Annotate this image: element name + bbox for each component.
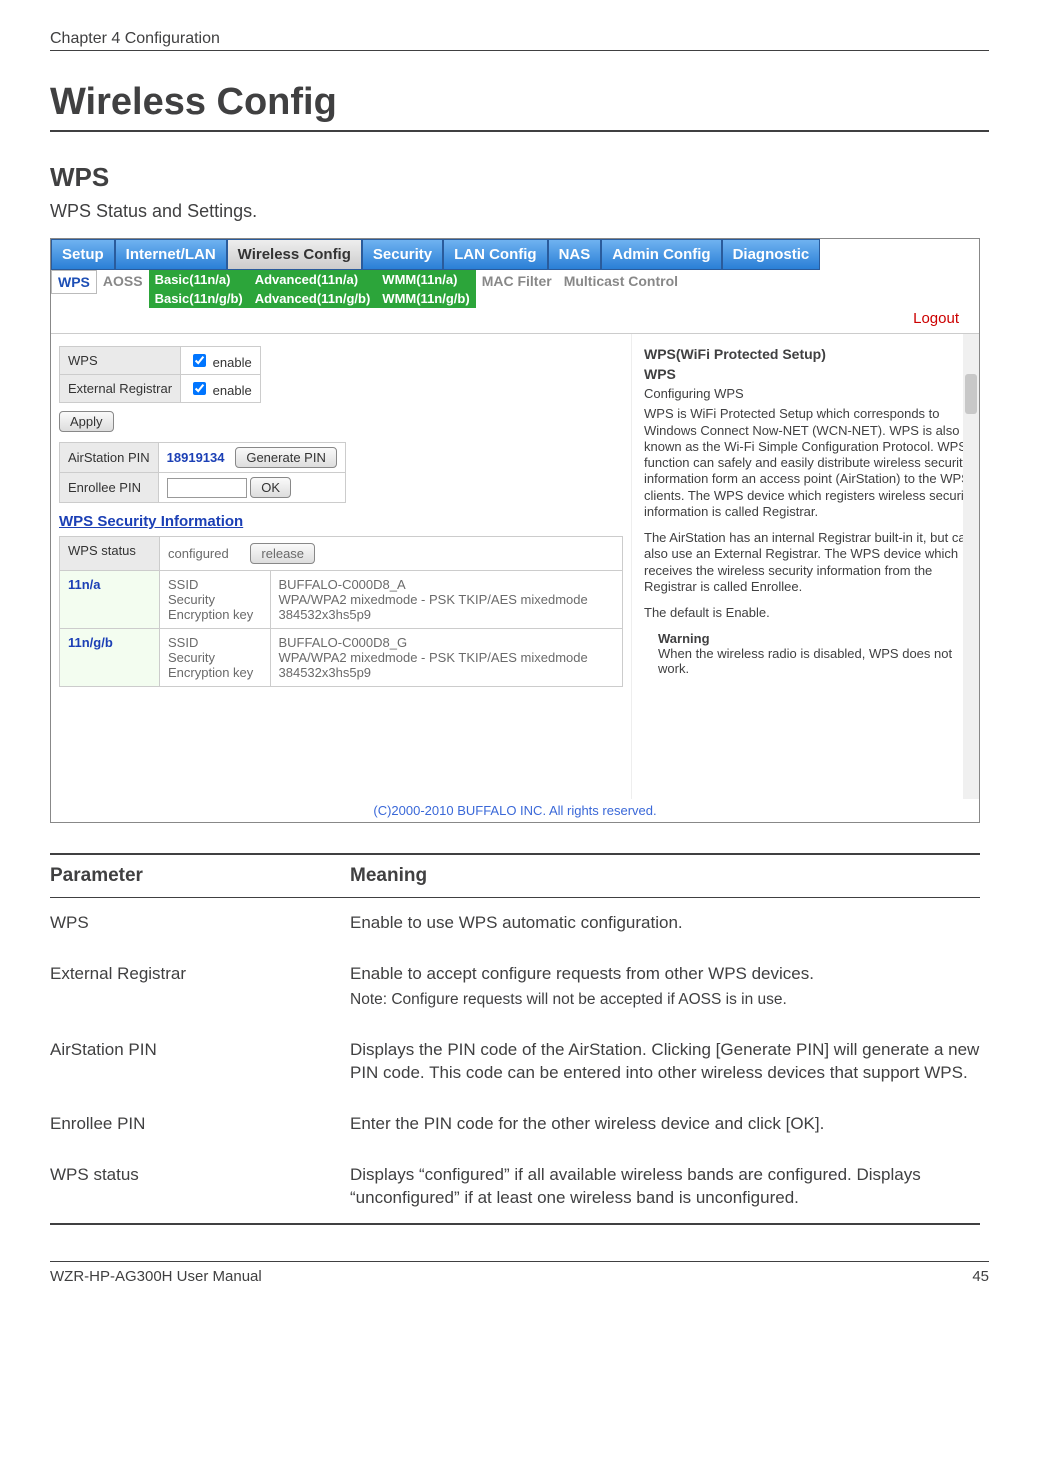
release-button[interactable]: release: [250, 543, 315, 564]
router-ui-screenshot: Setup Internet/LAN Wireless Config Secur…: [50, 238, 980, 823]
logout-link[interactable]: Logout: [51, 308, 979, 333]
wps-label: WPS: [60, 347, 181, 375]
footer-manual-title: WZR-HP-AG300H User Manual: [50, 1268, 262, 1285]
param-name: AirStation PIN: [50, 1025, 350, 1099]
ssid-11ngb: BUFFALO-C000D8_G: [279, 635, 615, 650]
security-label: Security: [168, 650, 262, 665]
tab-admin-config[interactable]: Admin Config: [601, 239, 721, 270]
table-header-meaning: Meaning: [350, 854, 980, 898]
copyright-text: (C)2000-2010 BUFFALO INC. All rights res…: [51, 799, 979, 822]
subtab-aoss[interactable]: AOSS: [97, 270, 149, 292]
generate-pin-button[interactable]: Generate PIN: [235, 447, 337, 468]
enrollee-pin-label: Enrollee PIN: [60, 473, 159, 503]
table-header-parameter: Parameter: [50, 854, 350, 898]
ssid-11na: BUFFALO-C000D8_A: [279, 577, 615, 592]
sub-nav: WPS AOSS Basic(11n/a) Basic(11n/g/b) Adv…: [51, 270, 979, 308]
param-note: Note: Configure requests will not be acc…: [350, 990, 980, 1011]
help-subheading: WPS: [644, 366, 975, 382]
chapter-header: Chapter 4 Configuration: [50, 30, 989, 48]
subtab-advanced-11ngb[interactable]: Advanced(11n/g/b): [249, 289, 377, 308]
param-meaning: Enable to accept configure requests from…: [350, 949, 980, 1025]
tab-lan-config[interactable]: LAN Config: [443, 239, 547, 270]
param-meaning: Displays the PIN code of the AirStation.…: [350, 1025, 980, 1099]
key-11na: 384532x3hs5p9: [279, 607, 615, 622]
external-registrar-checkbox[interactable]: [193, 382, 206, 395]
footer-page-number: 45: [972, 1268, 989, 1285]
tab-security[interactable]: Security: [362, 239, 443, 270]
param-meaning-text: Enable to accept configure requests from…: [350, 964, 814, 983]
help-text: Configuring WPS: [644, 386, 975, 402]
band-11na-label: 11n/a: [60, 571, 160, 629]
security-label: Security: [168, 592, 262, 607]
config-panel: WPS enable External Registrar enable: [51, 334, 631, 799]
external-registrar-label: External Registrar: [60, 375, 181, 403]
ssid-label: SSID: [168, 635, 262, 650]
encryption-key-label: Encryption key: [168, 665, 262, 680]
divider: [50, 130, 989, 132]
section-subtitle: WPS Status and Settings.: [50, 201, 989, 222]
subtab-basic-11ngb[interactable]: Basic(11n/g/b): [149, 289, 249, 308]
subtab-wmm-11ngb[interactable]: WMM(11n/g/b): [376, 289, 475, 308]
apply-button[interactable]: Apply: [59, 411, 114, 432]
key-11ngb: 384532x3hs5p9: [279, 665, 615, 680]
tab-nas[interactable]: NAS: [548, 239, 602, 270]
wps-status-label: WPS status: [60, 537, 160, 571]
subtab-wmm-11na[interactable]: WMM(11n/a): [376, 270, 475, 289]
band-11ngb-label: 11n/g/b: [60, 629, 160, 687]
page-title: Wireless Config: [50, 81, 989, 124]
help-heading: WPS(WiFi Protected Setup): [644, 346, 975, 362]
enable-label: enable: [213, 383, 252, 398]
top-nav: Setup Internet/LAN Wireless Config Secur…: [51, 239, 979, 270]
help-text: The AirStation has an internal Registrar…: [644, 530, 975, 595]
subtab-multicast[interactable]: Multicast Control: [558, 270, 684, 292]
subtab-advanced-11na[interactable]: Advanced(11n/a): [249, 270, 377, 289]
ssid-label: SSID: [168, 577, 262, 592]
param-name: External Registrar: [50, 949, 350, 1025]
warning-text: When the wireless radio is disabled, WPS…: [658, 646, 975, 676]
tab-diagnostic[interactable]: Diagnostic: [722, 239, 821, 270]
wps-status-value: configured: [168, 546, 229, 561]
param-meaning: Displays “configured” if all available w…: [350, 1150, 980, 1225]
tab-internet-lan[interactable]: Internet/LAN: [115, 239, 227, 270]
airstation-pin-value: 18919134: [167, 450, 225, 465]
help-panel: WPS(WiFi Protected Setup) WPS Configurin…: [631, 334, 979, 799]
warning-heading: Warning: [658, 631, 710, 646]
param-name: WPS status: [50, 1150, 350, 1225]
scrollbar[interactable]: [963, 334, 979, 799]
tab-wireless-config[interactable]: Wireless Config: [227, 239, 362, 270]
security-11na: WPA/WPA2 mixedmode - PSK TKIP/AES mixedm…: [279, 592, 615, 607]
airstation-pin-label: AirStation PIN: [60, 443, 159, 473]
subtab-mac-filter[interactable]: MAC Filter: [476, 270, 558, 292]
help-text: WPS is WiFi Protected Setup which corres…: [644, 406, 975, 520]
param-meaning: Enter the PIN code for the other wireles…: [350, 1099, 980, 1150]
tab-setup[interactable]: Setup: [51, 239, 115, 270]
encryption-key-label: Encryption key: [168, 607, 262, 622]
subtab-wps[interactable]: WPS: [51, 270, 97, 294]
divider: [50, 50, 989, 51]
parameter-table: Parameter Meaning WPS Enable to use WPS …: [50, 853, 980, 1225]
wps-security-info-heading: WPS Security Information: [59, 513, 623, 530]
ok-button[interactable]: OK: [250, 477, 291, 498]
enable-label: enable: [213, 355, 252, 370]
param-meaning: Enable to use WPS automatic configuratio…: [350, 898, 980, 949]
param-name: Enrollee PIN: [50, 1099, 350, 1150]
help-text: The default is Enable.: [644, 605, 975, 621]
subtab-basic-11na[interactable]: Basic(11n/a): [149, 270, 249, 289]
security-11ngb: WPA/WPA2 mixedmode - PSK TKIP/AES mixedm…: [279, 650, 615, 665]
section-heading: WPS: [50, 162, 989, 193]
enrollee-pin-input[interactable]: [167, 478, 247, 498]
wps-enable-checkbox[interactable]: [193, 354, 206, 367]
param-name: WPS: [50, 898, 350, 949]
